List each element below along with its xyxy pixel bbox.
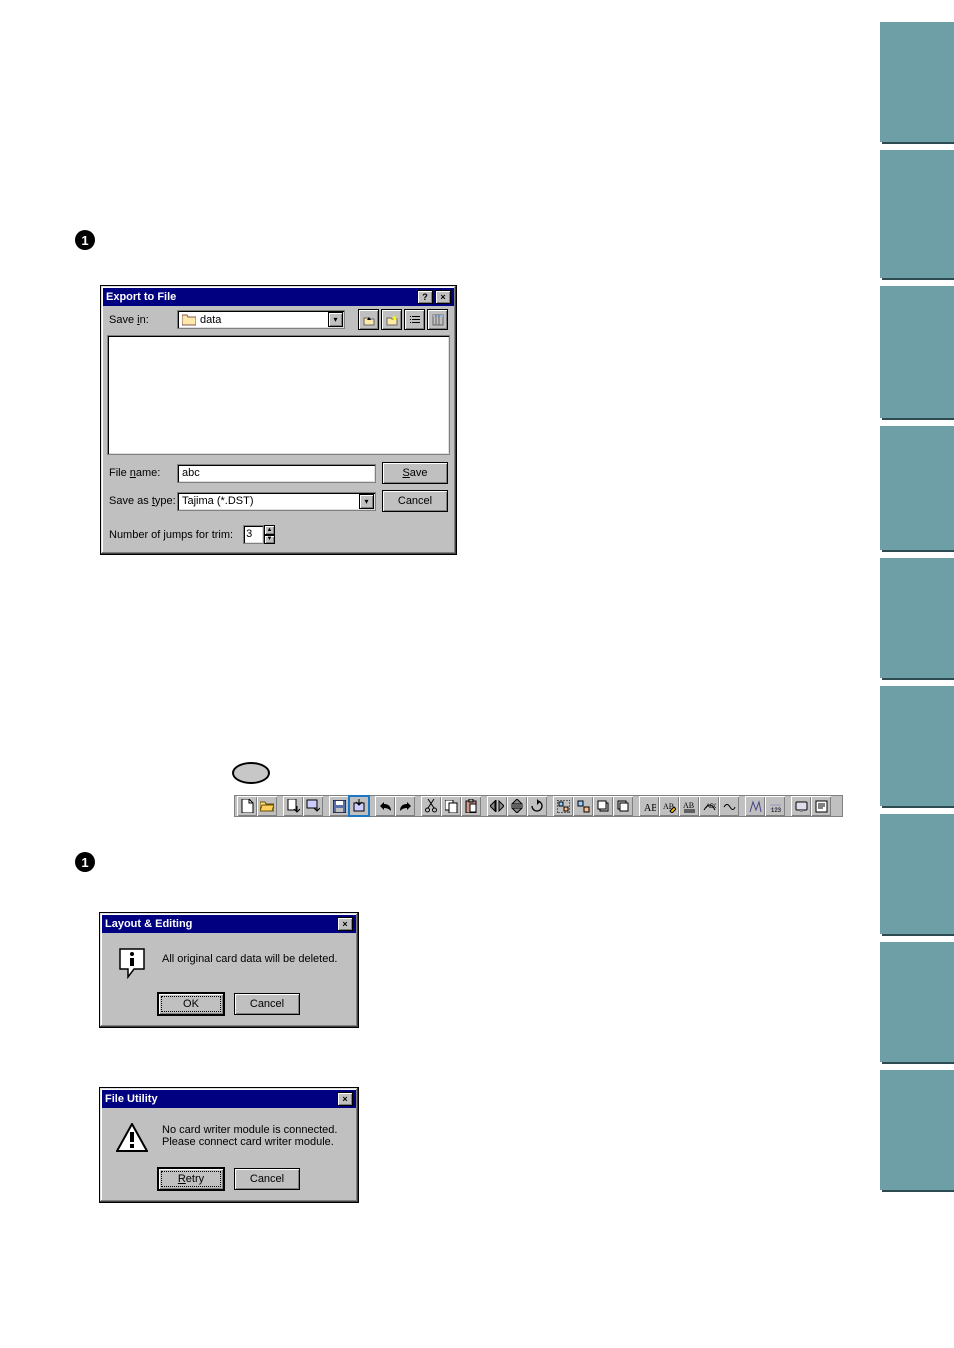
ungroup-icon[interactable] (573, 796, 593, 816)
side-tab[interactable] (880, 22, 954, 142)
chevron-down-icon[interactable]: ▾ (328, 312, 343, 327)
side-tab[interactable] (880, 150, 954, 278)
paste-icon[interactable] (461, 796, 481, 816)
stitch-sim-icon[interactable] (745, 796, 765, 816)
write-to-card-icon[interactable] (349, 796, 369, 816)
save-in-dropdown[interactable]: data (177, 310, 345, 329)
properties-icon[interactable] (811, 796, 831, 816)
message-line-2: Please connect card writer module. (162, 1136, 337, 1148)
undo-icon[interactable] (375, 796, 395, 816)
close-button[interactable]: × (337, 1092, 353, 1106)
dialog-title: Export to File (106, 291, 176, 303)
file-name-input[interactable] (177, 464, 376, 483)
side-tabs (880, 22, 954, 1198)
main-toolbar: ABC AB AB ABC 123 (234, 795, 843, 817)
side-tab[interactable] (880, 942, 954, 1062)
message-text: All original card data will be deleted. (162, 947, 338, 965)
jumps-value[interactable]: 3 (243, 525, 264, 544)
svg-text:ABC: ABC (644, 803, 656, 813)
close-button[interactable]: × (337, 917, 353, 931)
info-icon (116, 947, 148, 979)
titlebar: Layout & Editing × (102, 915, 356, 933)
rotate-icon[interactable] (527, 796, 547, 816)
jumps-spinner[interactable]: 3 ▲ ▼ (243, 525, 275, 544)
message-line-1: No card writer module is connected. (162, 1124, 337, 1136)
export-to-file-dialog: Export to File ? × Save in: data ▾ File … (100, 285, 457, 555)
save-as-type-dropdown[interactable]: Tajima (*.DST) (177, 492, 376, 511)
cancel-button[interactable]: Cancel (234, 993, 300, 1015)
side-tab[interactable] (880, 426, 954, 550)
close-button[interactable]: × (435, 290, 451, 304)
up-one-level-icon[interactable] (358, 309, 379, 330)
retry-button[interactable]: Retry (158, 1168, 224, 1190)
step-bullet-1: 1 (75, 230, 95, 250)
redo-icon[interactable] (395, 796, 415, 816)
spin-down-icon[interactable]: ▼ (264, 535, 275, 545)
open-icon[interactable] (257, 796, 277, 816)
send-back-icon[interactable] (613, 796, 633, 816)
list-view-icon[interactable] (404, 309, 425, 330)
jumps-label: Number of jumps for trim: (109, 529, 233, 541)
save-as-type-label: Save as type: (109, 495, 171, 507)
side-tab[interactable] (880, 814, 954, 934)
ok-button[interactable]: OK (158, 993, 224, 1015)
side-tab[interactable] (880, 686, 954, 806)
save-button[interactable]: Save (382, 462, 448, 484)
new-folder-icon[interactable] (381, 309, 402, 330)
preview-icon[interactable] (791, 796, 811, 816)
text-wave-icon[interactable] (719, 796, 739, 816)
help-button[interactable]: ? (417, 290, 433, 304)
stitch-123-icon[interactable]: 123 (765, 796, 785, 816)
step-bullet-1: 1 (75, 852, 95, 872)
import-design-icon[interactable] (283, 796, 303, 816)
file-list[interactable] (107, 335, 450, 455)
warning-icon (116, 1122, 148, 1154)
text-arc-icon[interactable]: ABC (699, 796, 719, 816)
cut-icon[interactable] (421, 796, 441, 816)
save-icon[interactable] (329, 796, 349, 816)
titlebar: File Utility × (102, 1090, 356, 1108)
layout-editing-dialog: Layout & Editing × All original card dat… (99, 912, 359, 1028)
save-in-value: data (200, 314, 221, 326)
group-icon[interactable] (553, 796, 573, 816)
cancel-button[interactable]: Cancel (382, 490, 448, 512)
dialog-title: Layout & Editing (105, 918, 192, 930)
text-edit-icon[interactable]: AB (659, 796, 679, 816)
file-utility-dialog: File Utility × No card writer module is … (99, 1087, 359, 1203)
dialog-title: File Utility (105, 1093, 158, 1105)
details-view-icon[interactable] (427, 309, 448, 330)
cancel-button[interactable]: Cancel (234, 1168, 300, 1190)
new-icon[interactable] (237, 796, 257, 816)
chevron-down-icon[interactable]: ▾ (359, 494, 374, 509)
svg-text:AB: AB (683, 801, 694, 810)
side-tab[interactable] (880, 1070, 954, 1190)
titlebar: Export to File ? × (103, 288, 454, 306)
svg-text:ABC: ABC (706, 804, 716, 810)
text-layout-icon[interactable]: AB (679, 796, 699, 816)
file-name-label: File name: (109, 467, 171, 479)
side-tab[interactable] (880, 286, 954, 418)
copy-icon[interactable] (441, 796, 461, 816)
folder-icon (182, 314, 196, 326)
spin-up-icon[interactable]: ▲ (264, 525, 275, 535)
bring-front-icon[interactable] (593, 796, 613, 816)
text-tool-icon[interactable]: ABC (639, 796, 659, 816)
save-in-label: Save in: (109, 314, 171, 326)
svg-text:123: 123 (771, 808, 782, 813)
flip-vertical-icon[interactable] (507, 796, 527, 816)
import-card-icon[interactable] (303, 796, 323, 816)
flip-horizontal-icon[interactable] (487, 796, 507, 816)
side-tab[interactable] (880, 558, 954, 678)
callout-oval (232, 762, 270, 784)
